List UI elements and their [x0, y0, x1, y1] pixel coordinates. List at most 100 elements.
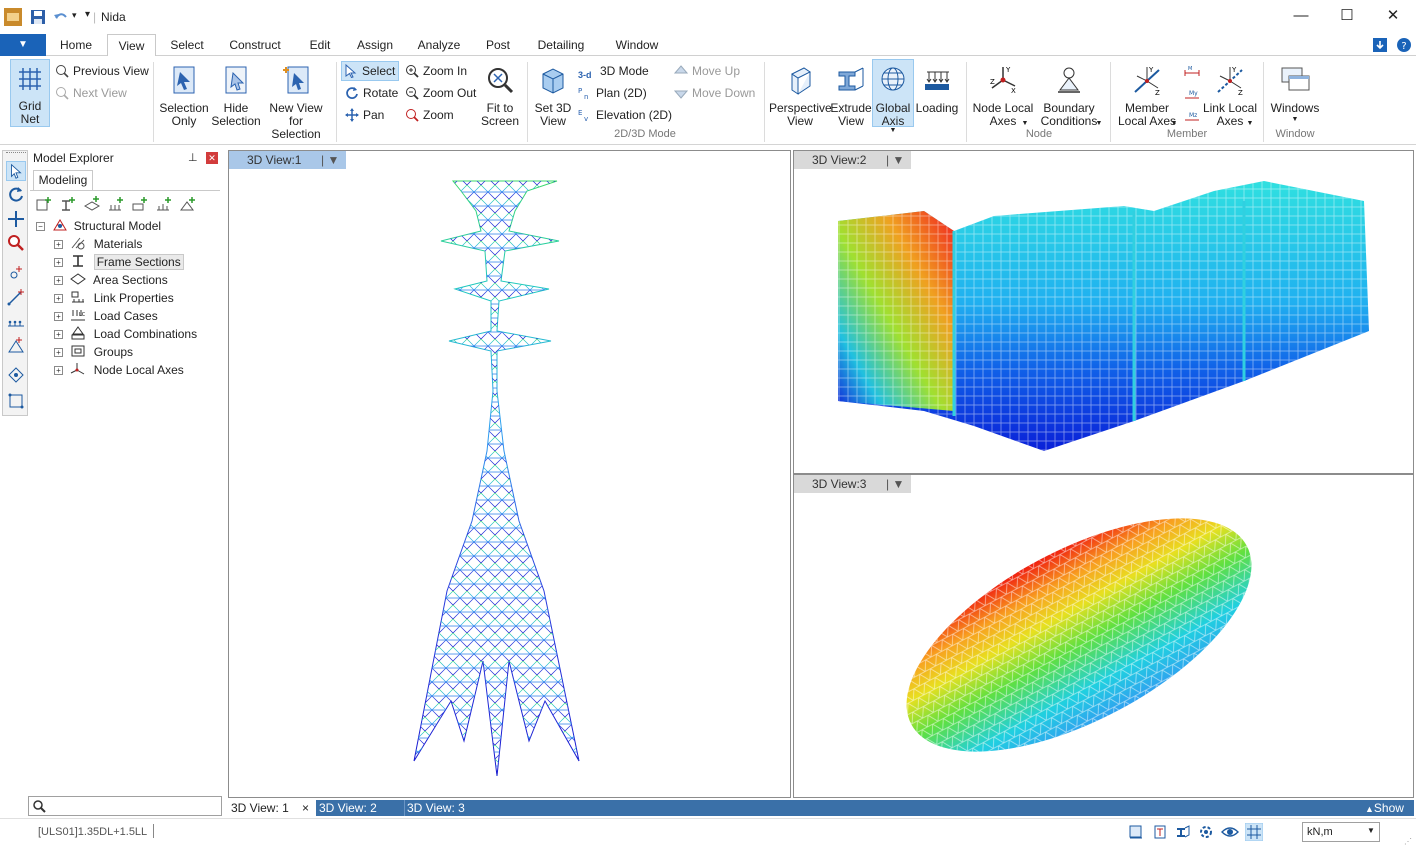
set-3d-view-button[interactable]: Set 3D View — [533, 64, 573, 128]
member-mz-icon[interactable]: Mz — [1183, 108, 1201, 122]
draw-multiple-frame-icon[interactable] — [6, 311, 26, 331]
view-tab-1[interactable]: 3D View: 1 × — [228, 800, 316, 816]
tab-select[interactable]: Select — [164, 34, 210, 56]
global-axis-button[interactable]: Global Axis ▼ — [872, 59, 914, 134]
member-local-axes-button[interactable]: YZ Member Local Axes ▼ — [1116, 64, 1178, 128]
show-toggle[interactable]: ▲Show — [1365, 800, 1413, 816]
previous-view-button[interactable]: Previous View — [55, 62, 149, 80]
extrude-toggle-icon[interactable] — [1175, 824, 1191, 840]
viewport-1-dropdown-icon[interactable]: | ▼ — [321, 151, 339, 169]
hide-selection-button[interactable]: Hide Selection — [210, 64, 262, 128]
expand-icon[interactable]: + — [54, 330, 63, 339]
add-group-icon[interactable] — [179, 196, 197, 212]
tree-item-frame-sections[interactable]: + Frame Sections — [54, 253, 184, 271]
add-frame-section-icon[interactable] — [59, 196, 77, 212]
tree-item-node-local-axes[interactable]: + Node Local Axes — [54, 361, 184, 379]
close-tab-icon[interactable]: × — [302, 800, 309, 816]
zoom-window-icon[interactable] — [6, 233, 26, 253]
pan-view-icon[interactable] — [6, 209, 26, 229]
pin-icon[interactable]: ⊥ — [188, 151, 198, 164]
search-box[interactable] — [28, 796, 222, 816]
expand-icon[interactable]: + — [54, 348, 63, 357]
ribbon-collapse-icon[interactable] — [1372, 37, 1388, 53]
viewport-1[interactable]: 3D View:1 | ▼ — [228, 150, 791, 798]
draw-frame-icon[interactable] — [6, 287, 26, 307]
undo-icon[interactable] — [52, 8, 70, 26]
zoom-in-button[interactable]: Zoom In — [405, 62, 467, 80]
viewport-2-tab[interactable]: 3D View:2 | ▼ — [794, 151, 911, 169]
search-input[interactable] — [49, 798, 217, 814]
model-view-icon[interactable] — [1128, 824, 1144, 840]
resize-grip-icon[interactable]: ⋰ — [1404, 837, 1412, 846]
move-up-button[interactable]: Move Up — [674, 62, 740, 80]
units-select[interactable]: kN,m ▼ — [1302, 822, 1380, 842]
expand-icon[interactable]: + — [54, 312, 63, 321]
node-local-axes-button[interactable]: YXZ Node Local Axes ▼ — [972, 64, 1034, 128]
grid-net-button[interactable]: Grid Net — [10, 59, 50, 127]
pan-button[interactable]: Pan — [345, 106, 384, 124]
fit-to-screen-button[interactable]: Fit to Screen — [480, 64, 520, 128]
expand-icon[interactable]: + — [54, 294, 63, 303]
add-area-section-icon[interactable] — [83, 196, 101, 212]
zoom-out-button[interactable]: Zoom Out — [405, 84, 476, 102]
viewport-3-tab[interactable]: 3D View:3 | ▼ — [794, 475, 911, 493]
elevation-2d-button[interactable]: Ev Elevation (2D) — [578, 106, 672, 124]
tab-analyze[interactable]: Analyze — [410, 34, 468, 56]
boundary-conditions-button[interactable]: Boundary Conditions ▼ — [1034, 64, 1104, 128]
extrude-view-button[interactable]: Extrude View — [830, 64, 872, 128]
member-my-icon[interactable]: My — [1183, 86, 1201, 100]
minimize-button[interactable]: — — [1278, 0, 1324, 32]
draw-node-icon[interactable] — [6, 263, 26, 283]
tree-item-load-combinations[interactable]: + Load Combinations — [54, 325, 197, 343]
quick-access-customize-icon[interactable]: ▾ — [85, 9, 90, 20]
tree-item-load-cases[interactable]: + LC Load Cases — [54, 307, 158, 325]
zoom-button[interactable]: Zoom — [405, 106, 454, 124]
maximize-button[interactable]: ☐ — [1324, 0, 1370, 32]
add-load-case-icon[interactable] — [131, 196, 149, 212]
link-local-axes-button[interactable]: YZ Link Local Axes ▼ — [1202, 64, 1258, 128]
tree-item-link-properties[interactable]: + Link Properties — [54, 289, 174, 307]
plan-2d-button[interactable]: Pn Plan (2D) — [578, 84, 647, 102]
draw-region-icon[interactable] — [6, 391, 26, 411]
tree-item-materials[interactable]: + Materials — [54, 235, 142, 253]
tab-modeling[interactable]: Modeling — [33, 170, 93, 190]
save-icon[interactable] — [29, 8, 47, 26]
expand-icon[interactable]: + — [54, 276, 63, 285]
tree-item-area-sections[interactable]: + Area Sections — [54, 271, 168, 289]
select-button[interactable]: Select — [341, 61, 400, 81]
add-material-icon[interactable] — [35, 196, 53, 212]
loading-button[interactable]: Loading — [914, 64, 960, 115]
visibility-eye-icon[interactable] — [1221, 824, 1239, 840]
help-icon[interactable]: ? — [1396, 37, 1412, 53]
undo-dropdown-icon[interactable]: ▾ — [72, 10, 77, 21]
move-down-button[interactable]: Move Down — [674, 84, 755, 102]
member-moment-icon[interactable]: M — [1183, 64, 1201, 78]
close-window-button[interactable]: ✕ — [1370, 0, 1416, 32]
viewport-3[interactable]: 3D View:3 | ▼ — [793, 474, 1414, 798]
tab-post[interactable]: Post — [478, 34, 518, 56]
viewport-1-tab[interactable]: 3D View:1 | ▼ — [229, 151, 346, 169]
view-tab-3[interactable]: 3D View: 3 — [404, 800, 492, 816]
section-view-icon[interactable] — [1152, 824, 1168, 840]
tab-assign[interactable]: Assign — [350, 34, 400, 56]
settings-gear-icon[interactable] — [1198, 824, 1214, 840]
3d-mode-button[interactable]: 3-d 3D Mode — [578, 62, 649, 80]
draw-link-icon[interactable] — [6, 365, 26, 385]
viewport-2[interactable]: 3D View:2 | ▼ — [793, 150, 1414, 474]
selection-only-button[interactable]: Selection Only — [158, 64, 210, 128]
expand-icon[interactable]: + — [54, 258, 63, 267]
viewport-2-dropdown-icon[interactable]: | ▼ — [886, 151, 904, 169]
close-panel-button[interactable]: ✕ — [206, 152, 218, 164]
tree-root[interactable]: − Structural Model — [36, 217, 161, 235]
tab-detailing[interactable]: Detailing — [530, 34, 592, 56]
collapse-icon[interactable]: − — [36, 222, 45, 231]
draw-area-icon[interactable] — [6, 335, 26, 355]
windows-button[interactable]: Windows ▼ — [1268, 64, 1322, 125]
tab-window[interactable]: Window — [608, 34, 666, 56]
file-menu-button[interactable]: ▼ — [0, 34, 46, 56]
expand-icon[interactable]: + — [54, 366, 63, 375]
viewport-3-dropdown-icon[interactable]: | ▼ — [886, 475, 904, 493]
tree-item-groups[interactable]: + Groups — [54, 343, 133, 361]
expand-icon[interactable]: + — [54, 240, 63, 249]
tab-edit[interactable]: Edit — [300, 34, 340, 56]
